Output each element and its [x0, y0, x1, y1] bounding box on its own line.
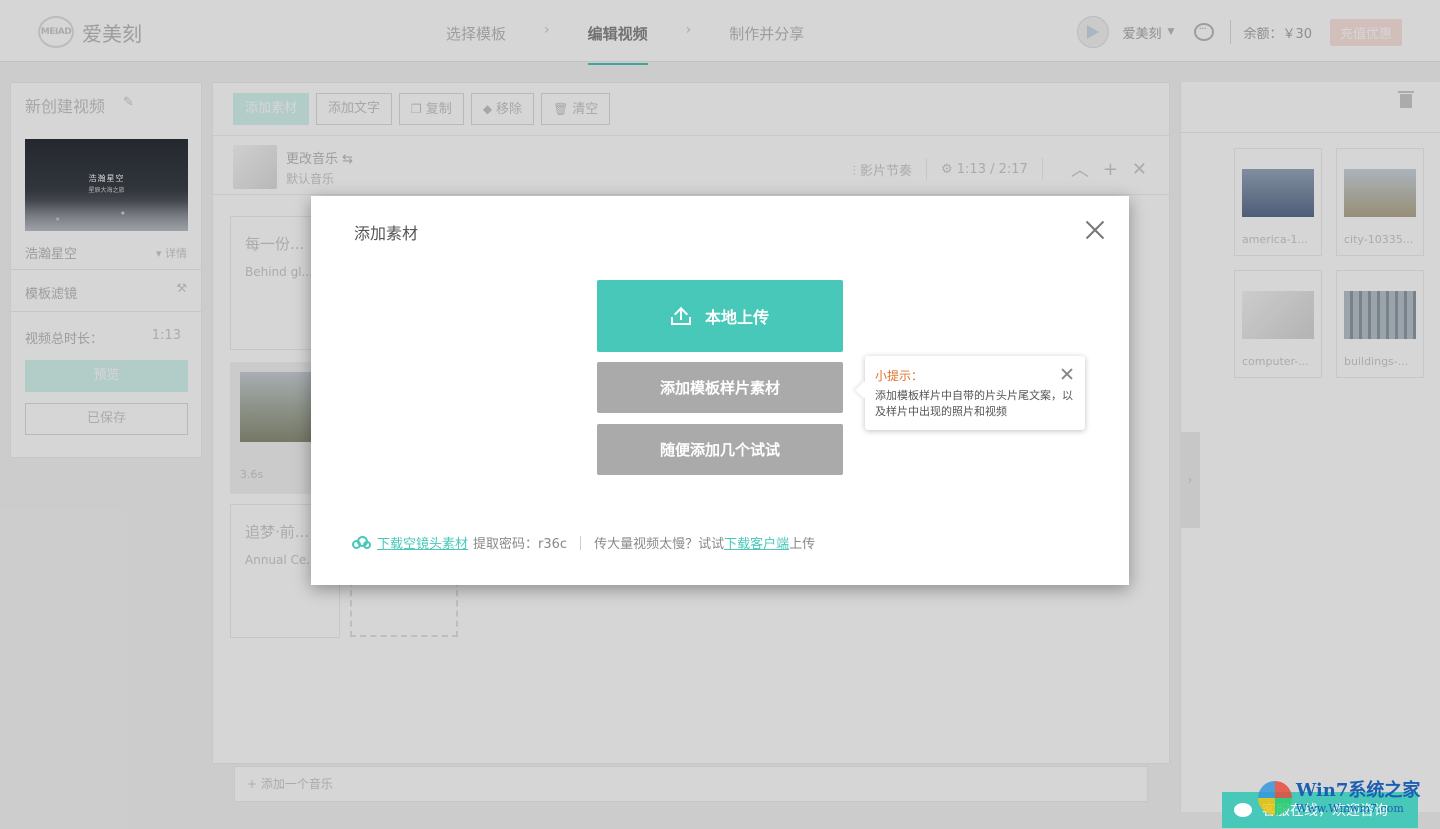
local-upload-label: 本地上传	[704, 308, 769, 327]
close-icon[interactable]	[1083, 218, 1107, 242]
slow-upload-hint: 传大量视频太慢？试试	[594, 537, 725, 552]
watermark-url: Www.Winwin7.com	[1296, 802, 1404, 815]
watermark-logo-icon	[1258, 781, 1292, 815]
add-template-material-button[interactable]: 添加模板样片素材	[597, 362, 843, 413]
tip-arrow	[855, 381, 873, 399]
tip-body: 添加模板样片中自带的片头片尾文案，以及样片中出现的照片和视频	[875, 389, 1073, 418]
chat-bubble-icon	[1234, 803, 1252, 817]
watermark-text: Win7系统之家	[1296, 780, 1421, 801]
dialog-footer: 下载空镜头素材 提取密码：r36c 传大量视频太慢？试试 下载客户端 上传	[352, 533, 815, 552]
upload-icon	[670, 306, 691, 325]
download-footage-link[interactable]: 下载空镜头素材	[377, 533, 468, 552]
download-client-link[interactable]: 下载客户端	[724, 533, 789, 552]
local-upload-button[interactable]: 本地上传	[597, 280, 843, 352]
tip-title: 小提示：	[875, 369, 924, 383]
add-material-dialog: 添加素材 本地上传 添加模板样片素材 随便添加几个试试 小提示： 添加模板样片中…	[311, 196, 1129, 585]
cloud-icon	[352, 535, 372, 550]
extract-code: 提取密码：r36c	[473, 537, 568, 552]
random-add-button[interactable]: 随便添加几个试试	[597, 424, 843, 475]
divider	[580, 535, 582, 550]
dialog-title: 添加素材	[354, 224, 419, 243]
upload-suffix: 上传	[789, 537, 816, 552]
tip-close-icon[interactable]	[1061, 368, 1073, 380]
tip-popover: 小提示： 添加模板样片中自带的片头片尾文案，以及样片中出现的照片和视频	[855, 356, 1085, 430]
watermark: Win7系统之家 Www.Winwin7.com	[1258, 776, 1420, 815]
